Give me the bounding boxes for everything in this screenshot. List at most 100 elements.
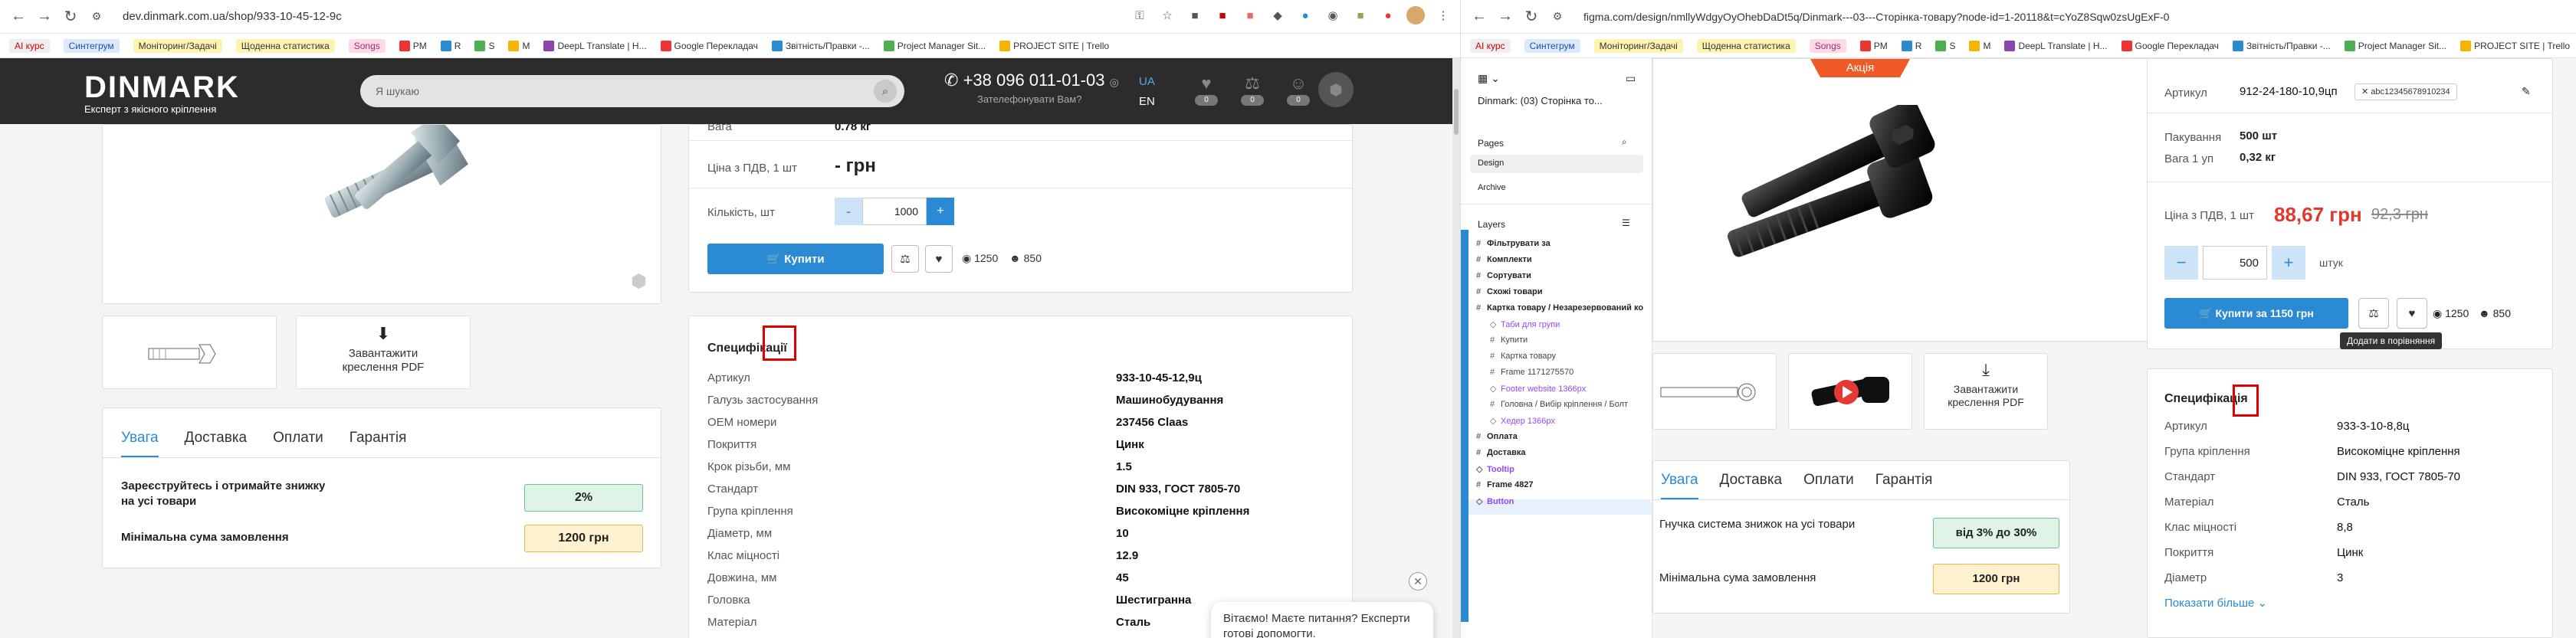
extension-icon[interactable]: ● — [1296, 6, 1314, 25]
key-icon[interactable]: ⚿ — [1130, 6, 1149, 25]
layer-item[interactable]: ◇ Button — [1476, 496, 1514, 506]
bookmark-item[interactable]: R — [436, 39, 466, 53]
back-icon[interactable]: ← — [1468, 6, 1490, 28]
bookmark-item[interactable]: DeepL Translate | Н... — [539, 39, 651, 53]
url-text[interactable]: figma.com/design/nmllyWdgyOyOhebDaDt5q/D… — [1583, 11, 2169, 23]
compare-icon[interactable]: ⚖ 0 — [1238, 74, 1267, 106]
bookmark-item[interactable]: AI курс — [5, 38, 54, 54]
qty-plus-button[interactable]: + — [927, 198, 954, 225]
layer-item[interactable]: # Схожі товари — [1476, 287, 1542, 296]
phone-number[interactable]: ✆ +38 096 011-01-03 ◎ — [944, 70, 1119, 90]
bookmark-item[interactable]: Звітність/Правки -... — [2228, 39, 2335, 53]
callback-link[interactable]: Зателефонувати Вам? — [977, 93, 1081, 105]
layer-item[interactable]: ◇ Footer website 1366px — [1490, 384, 1586, 394]
tab-2[interactable]: Оплати — [1803, 461, 1854, 499]
layer-item[interactable]: # Сортувати — [1476, 271, 1531, 280]
close-icon[interactable]: ✕ — [1409, 572, 1427, 591]
panel-toggle-icon[interactable]: ▭ — [1626, 72, 1636, 85]
thumbnail-drawing[interactable] — [1652, 353, 1777, 430]
avatar[interactable] — [1406, 6, 1425, 25]
layer-item[interactable]: # Фільтрувати за — [1476, 239, 1551, 248]
extension-icon[interactable]: ■ — [1351, 6, 1370, 25]
extension-icon[interactable]: ■ — [1241, 6, 1259, 25]
bookmark-item[interactable]: DeepL Translate | Н... — [2000, 39, 2112, 53]
extension-icon[interactable]: ◉ — [1324, 6, 1342, 25]
figma-menu-icon[interactable]: ▦ ⌄ — [1478, 72, 1500, 85]
site-info-icon[interactable]: ⚙ — [86, 6, 107, 28]
bookmark-item[interactable]: Google Перекладач — [656, 39, 763, 53]
bookmark-item[interactable]: Звітність/Правки -... — [767, 39, 875, 53]
bookmark-item[interactable]: M — [1964, 39, 1995, 53]
bookmark-item[interactable]: Щоденна статистика — [231, 38, 340, 54]
search-icon[interactable]: ⌕ — [1622, 136, 1627, 148]
extension-icon[interactable]: ■ — [1186, 6, 1204, 25]
search-icon[interactable]: ⌕ — [874, 80, 897, 103]
reload-icon[interactable]: ↻ — [1521, 6, 1542, 28]
qty-minus-button[interactable]: - — [835, 198, 862, 225]
favorite-button[interactable]: ♥ — [925, 245, 953, 273]
list-icon[interactable]: ☰ — [1622, 218, 1630, 228]
layer-item[interactable]: ◇ Хедер 1366px — [1490, 416, 1555, 426]
bookmark-item[interactable]: Songs — [1805, 38, 1851, 54]
layer-item[interactable]: ◇ Таби для групи — [1490, 319, 1560, 329]
edit-icon[interactable]: ✎ — [2522, 85, 2531, 98]
bookmark-item[interactable]: PROJECT SITE | Trello — [995, 39, 1114, 53]
cart-icon[interactable]: ⬢ — [1318, 72, 1354, 107]
bookmark-item[interactable]: S — [470, 39, 499, 53]
extension-icon[interactable]: ■ — [1213, 6, 1232, 25]
bookmark-item[interactable]: PM — [395, 39, 432, 53]
download-pdf-button[interactable]: ⤓ Завантажити креслення PDF — [1924, 353, 2048, 430]
search-input[interactable]: Я шукаю ⌕ — [360, 75, 904, 107]
layer-item[interactable]: # Головна / Вибір кріплення / Болт — [1490, 400, 1628, 409]
user-icon[interactable]: ☺ 0 — [1284, 74, 1313, 106]
tab-1[interactable]: Доставка — [185, 419, 248, 457]
forward-icon[interactable]: → — [34, 6, 55, 28]
layer-item[interactable]: # Купити — [1490, 335, 1528, 345]
barcode-field[interactable]: ✕ abc12345678910234 — [2354, 83, 2457, 100]
reload-icon[interactable]: ↻ — [60, 6, 81, 28]
qty-minus-button[interactable]: − — [2164, 246, 2198, 280]
chat-popup[interactable]: Вітаємо! Маєте питання? Експерти готові … — [1211, 602, 1433, 638]
bookmark-item[interactable]: Project Manager Sit... — [879, 39, 990, 53]
back-icon[interactable]: ← — [8, 6, 29, 28]
layer-item[interactable]: # Доставка — [1476, 448, 1526, 457]
page-design[interactable]: Design — [1478, 159, 1504, 168]
scrollbar[interactable] — [1452, 58, 1460, 638]
qty-input[interactable]: 1000 — [862, 198, 927, 225]
bookmark-item[interactable]: Моніторинг/Задачі — [1590, 38, 1688, 54]
layer-item[interactable]: ◇ Tooltip — [1476, 464, 1514, 474]
buy-button[interactable]: 🛒 Купити за 1150 грн — [2164, 298, 2348, 329]
menu-icon[interactable]: ⋮ — [1434, 6, 1452, 25]
bookmark-item[interactable]: R — [1897, 39, 1927, 53]
bookmark-item[interactable]: Синтегрум — [1520, 38, 1585, 54]
tab-3[interactable]: Гарантія — [1875, 461, 1933, 499]
bookmark-item[interactable]: Project Manager Sit... — [2340, 39, 2451, 53]
tab-1[interactable]: Доставка — [1720, 461, 1783, 499]
compare-button[interactable]: ⚖ — [891, 245, 919, 273]
bookmark-item[interactable]: Синтегрум — [59, 38, 124, 54]
forward-icon[interactable]: → — [1495, 6, 1516, 28]
bookmark-item[interactable]: Щоденна статистика — [1692, 38, 1800, 54]
bookmark-item[interactable]: S — [1931, 39, 1960, 53]
bookmark-item[interactable]: Google Перекладач — [2117, 39, 2223, 53]
tab-0[interactable]: Увага — [1661, 461, 1698, 499]
file-name[interactable]: Dinmark: (03) Сторінка то... — [1478, 95, 1603, 106]
tab-2[interactable]: Оплати — [273, 419, 323, 457]
logo[interactable]: DINMARK Експерт з якісного кріплення — [84, 70, 240, 115]
bookmark-item[interactable]: AI курс — [1465, 38, 1515, 54]
viber-icon[interactable]: ◎ — [1110, 76, 1119, 88]
tab-3[interactable]: Гарантія — [349, 419, 407, 457]
tab-0[interactable]: Увага — [121, 419, 159, 457]
layer-item[interactable]: # Оплата — [1476, 432, 1518, 441]
thumbnail-video[interactable] — [1788, 353, 1912, 430]
extension-icon[interactable]: ◆ — [1268, 6, 1287, 25]
page-archive[interactable]: Archive — [1478, 183, 1506, 192]
compare-button[interactable]: ⚖ — [2358, 298, 2389, 329]
star-icon[interactable]: ☆ — [1158, 6, 1176, 25]
buy-button[interactable]: 🛒 Купити — [707, 244, 884, 274]
layer-item[interactable]: # Картка товару — [1490, 352, 1556, 361]
qty-input[interactable]: 500 — [2203, 246, 2267, 280]
bookmark-item[interactable]: Songs — [344, 38, 390, 54]
layer-item[interactable]: # Frame 1171275570 — [1490, 368, 1573, 377]
url-text[interactable]: dev.dinmark.com.ua/shop/933-10-45-12-9c — [123, 10, 342, 23]
